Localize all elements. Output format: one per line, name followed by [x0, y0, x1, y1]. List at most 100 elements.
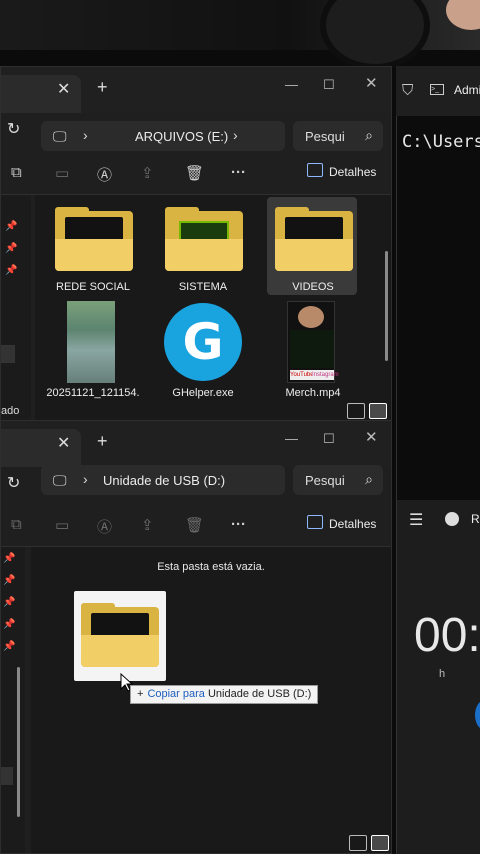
- terminal-prompt[interactable]: C:\Users: [402, 132, 480, 152]
- nav-item[interactable]: [1, 767, 13, 785]
- dragged-folder-preview[interactable]: [74, 591, 166, 681]
- details-view-icon[interactable]: [349, 835, 367, 851]
- scrollbar[interactable]: [385, 251, 388, 361]
- background-object: [446, 0, 480, 30]
- close-window-icon[interactable]: ✕: [365, 428, 378, 446]
- search-input[interactable]: Pesqui ⌕: [293, 121, 383, 151]
- ghelper-icon: G: [164, 303, 242, 381]
- minimize-icon[interactable]: —: [285, 77, 298, 92]
- paste-icon[interactable]: ▭: [55, 164, 69, 182]
- copy-icon[interactable]: ⧉: [11, 164, 22, 181]
- close-tab-icon[interactable]: ✕: [57, 79, 70, 99]
- pin-icon: 📌: [3, 575, 16, 586]
- computer-icon: 🖵: [53, 472, 67, 488]
- item-label: VIDEOS: [292, 281, 334, 293]
- close-tab-icon[interactable]: ✕: [57, 433, 70, 453]
- search-placeholder: Pesqui: [305, 129, 345, 144]
- clock-app-icon: [445, 512, 459, 526]
- scrollbar[interactable]: [17, 667, 20, 817]
- folder-icon: [55, 207, 133, 271]
- clock-app-title: Re: [471, 512, 480, 526]
- hamburger-menu-icon[interactable]: ☰: [409, 510, 423, 530]
- search-input[interactable]: Pesqui ⌕: [293, 465, 383, 495]
- background-photo: [0, 0, 480, 70]
- minimize-icon[interactable]: —: [285, 431, 298, 446]
- search-icon: ⌕: [365, 127, 373, 143]
- tooltip-destination: Unidade de USB (D:): [207, 688, 312, 700]
- hours-unit-label: h: [439, 668, 446, 680]
- folder-icon: [81, 603, 159, 667]
- pin-icon: 📌: [5, 243, 18, 254]
- navigation-pane: 📌 📌 📌 📌 📌: [1, 547, 25, 853]
- command-bar: ⧉ ▭ Ⓐ ⇪ 🗑 ··· Detalhes: [1, 151, 391, 195]
- search-placeholder: Pesqui: [305, 473, 345, 488]
- folder-icon: [275, 207, 353, 271]
- title-bar: ✕ + — ☐ ✕: [1, 67, 391, 113]
- large-icons-view-icon[interactable]: [369, 403, 387, 419]
- paste-icon[interactable]: ▭: [55, 516, 69, 534]
- address-bar[interactable]: 🖵 › Unidade de USB (D:): [41, 465, 285, 495]
- video-thumbnail: [67, 301, 115, 383]
- nav-label-fragment: ado: [1, 405, 20, 417]
- background-object: [320, 0, 430, 70]
- instagram-logo: Instagram: [312, 370, 339, 380]
- pin-icon: 📌: [3, 553, 16, 564]
- details-pane-icon[interactable]: [307, 515, 323, 529]
- share-icon[interactable]: ⇪: [141, 164, 154, 182]
- refresh-icon[interactable]: ↻: [7, 473, 20, 493]
- details-button[interactable]: Detalhes: [329, 517, 376, 531]
- search-icon: ⌕: [365, 471, 373, 487]
- chevron-right-icon[interactable]: ›: [83, 471, 88, 487]
- thumbnail-face: [298, 306, 324, 328]
- terminal-title-bar: ⛉ >_ Admi: [396, 66, 480, 116]
- nav-item[interactable]: [1, 345, 15, 363]
- maximize-icon[interactable]: ☐: [323, 77, 335, 93]
- pin-icon: 📌: [5, 221, 18, 232]
- more-options-icon[interactable]: ···: [231, 516, 246, 533]
- pin-icon: 📌: [3, 641, 16, 652]
- details-pane-icon[interactable]: [307, 163, 323, 177]
- clock-app-window: ☰ Re h: [396, 500, 480, 854]
- navigation-pane: 📌 📌 📌 ado: [1, 195, 31, 420]
- file-list: REDE SOCIAL SISTEMA VIDEOS 20251121_1211…: [35, 195, 391, 420]
- details-view-icon[interactable]: [347, 403, 365, 419]
- explorer-window-arquivos: ✕ + — ☐ ✕ ↻ 🖵 › ARQUIVOS (E:) › Pesqui ⌕…: [0, 66, 392, 421]
- terminal-tab-title[interactable]: Admi: [454, 83, 480, 97]
- close-window-icon[interactable]: ✕: [365, 74, 378, 92]
- new-tab-icon[interactable]: +: [97, 431, 108, 452]
- refresh-icon[interactable]: ↻: [7, 119, 20, 139]
- details-button[interactable]: Detalhes: [329, 165, 376, 179]
- rename-icon[interactable]: Ⓐ: [97, 516, 112, 537]
- pin-icon: 📌: [3, 619, 16, 630]
- timer-display: 00:: [414, 609, 480, 662]
- nvidia-folder-icon: [165, 207, 243, 271]
- command-bar: ⧉ ▭ Ⓐ ⇪ 🗑 ··· Detalhes: [1, 503, 391, 547]
- delete-icon[interactable]: 🗑: [185, 516, 204, 534]
- pin-icon: 📌: [5, 265, 18, 276]
- large-icons-view-icon[interactable]: [371, 835, 389, 851]
- rename-icon[interactable]: Ⓐ: [97, 164, 112, 185]
- youtube-logo: YouTube: [290, 370, 314, 380]
- copy-icon[interactable]: ⧉: [11, 516, 22, 533]
- video-thumbnail: YouTube Instagram: [287, 301, 339, 383]
- delete-icon[interactable]: 🗑: [185, 164, 204, 182]
- item-label: 20251121_121154.: [46, 387, 140, 399]
- chevron-right-icon[interactable]: ›: [83, 127, 88, 143]
- address-bar[interactable]: 🖵 › ARQUIVOS (E:) ›: [41, 121, 285, 151]
- drag-tooltip: + Copiar para Unidade de USB (D:): [130, 685, 319, 704]
- explorer-window-usb: ✕ + — ☐ ✕ ↻ 🖵 › Unidade de USB (D:) Pesq…: [0, 420, 392, 854]
- title-bar: ✕ + — ☐ ✕: [1, 421, 391, 467]
- share-icon[interactable]: ⇪: [141, 516, 154, 534]
- item-label: GHelper.exe: [172, 387, 234, 399]
- tooltip-action: Copiar para: [147, 688, 205, 700]
- more-options-icon[interactable]: ···: [231, 164, 246, 181]
- address-text: Unidade de USB (D:): [103, 473, 226, 488]
- pin-icon: 📌: [3, 597, 16, 608]
- empty-folder-message: Esta pasta está vazia.: [157, 561, 265, 573]
- start-button[interactable]: [475, 700, 480, 730]
- item-label: Merch.mp4: [285, 387, 341, 399]
- new-tab-icon[interactable]: +: [97, 77, 108, 98]
- chevron-right-icon[interactable]: ›: [233, 127, 238, 143]
- maximize-icon[interactable]: ☐: [323, 431, 335, 447]
- plus-icon: +: [137, 688, 144, 700]
